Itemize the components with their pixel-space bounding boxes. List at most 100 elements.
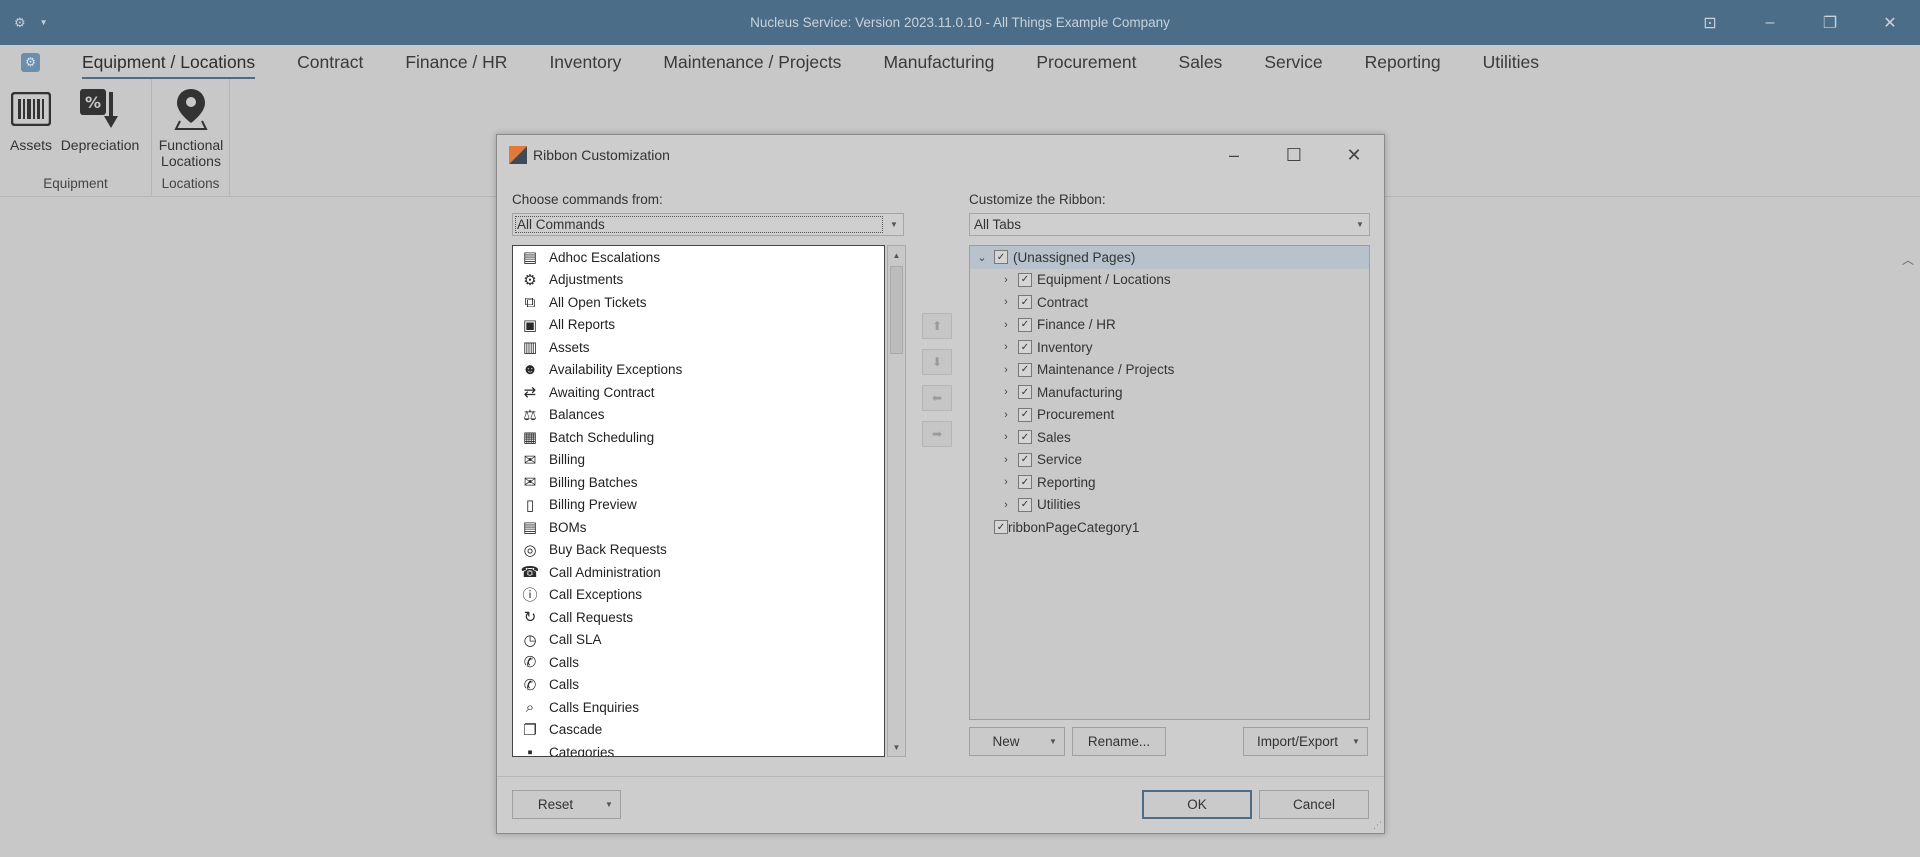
tab-manufacturing[interactable]: Manufacturing [883,48,994,77]
list-item[interactable]: ◎ Buy Back Requests [513,539,884,562]
tab-maintenance-projects[interactable]: Maintenance / Projects [663,48,841,77]
list-item[interactable]: ✆ Calls [513,674,884,697]
chevron-right-icon[interactable]: › [998,409,1014,421]
minimize-button[interactable]: – [1740,0,1800,45]
tab-sales[interactable]: Sales [1179,48,1223,77]
move-up-button[interactable]: ⬆ [922,313,952,339]
checkbox[interactable]: ✓ [1018,340,1032,355]
list-item[interactable]: ▤ Adhoc Escalations [513,246,884,269]
checkbox[interactable]: ✓ [994,520,1008,535]
tab-reporting[interactable]: Reporting [1365,48,1441,77]
reset-button[interactable]: Reset ▼ [512,790,621,819]
app-menu-button[interactable]: ⚙ [21,52,40,72]
collapse-ribbon-icon[interactable]: ︿ [1902,251,1914,268]
checkbox[interactable]: ✓ [1018,385,1032,400]
commands-list[interactable]: ▤ Adhoc Escalations ⚙ Adjustments ⧉ All Ope… [512,245,885,757]
tree-row-inventory[interactable]: › ✓ Inventory [970,336,1369,359]
list-item[interactable]: ▥ Assets [513,336,884,359]
tab-service[interactable]: Service [1264,48,1322,77]
new-button[interactable]: New ▼ [969,727,1065,756]
list-item[interactable]: ↻ Call Requests [513,606,884,629]
scrollbar-thumb[interactable] [890,266,903,354]
tree-row-utilities[interactable]: › ✓ Utilities [970,494,1369,517]
tree-row-procurement[interactable]: › ✓ Procurement [970,404,1369,427]
restore-button[interactable]: ❐ [1800,0,1860,45]
list-item[interactable]: ⇄ Awaiting Contract [513,381,884,404]
tab-finance-hr[interactable]: Finance / HR [405,48,507,77]
tree-row-ribbon-page-category[interactable]: ✓ ribbonPageCategory1 [970,516,1369,539]
list-item[interactable]: ◷ Call SLA [513,629,884,652]
assets-button[interactable]: Assets [8,85,54,153]
chevron-right-icon[interactable]: › [998,296,1014,308]
ribbon-tree[interactable]: ⌄ ✓ (Unassigned Pages) › ✓ Equipment / Loc… [969,245,1370,720]
checkbox[interactable]: ✓ [1018,272,1032,287]
tab-contract[interactable]: Contract [297,48,363,77]
list-item[interactable]: ✉ Billing Batches [513,471,884,494]
tree-row-finance-hr[interactable]: › ✓ Finance / HR [970,314,1369,337]
list-item[interactable]: ✆ Calls [513,651,884,674]
chevron-down-icon[interactable]: ▼ [1345,728,1367,755]
scroll-down-icon[interactable]: ▼ [888,738,905,756]
tab-inventory[interactable]: Inventory [549,48,621,77]
list-item[interactable]: ⌕ Calls Enquiries [513,696,884,719]
list-item[interactable]: ⚖ Balances [513,404,884,427]
customize-ribbon-combo[interactable]: All Tabs ▼ [969,213,1370,236]
chevron-down-icon[interactable]: ⌄ [974,251,990,264]
chevron-right-icon[interactable]: › [998,341,1014,353]
chevron-down-icon[interactable]: ▼ [885,214,903,235]
list-item[interactable]: ⚙ Adjustments [513,269,884,292]
quick-access-dropdown-icon[interactable]: ▼ [40,18,48,27]
add-button[interactable]: ➡ [922,421,952,447]
chevron-down-icon[interactable]: ▼ [598,791,620,818]
gear-icon[interactable]: ⚙ [14,15,26,31]
list-item[interactable]: ▯ Billing Preview [513,494,884,517]
list-item[interactable]: ❐ Cascade [513,719,884,742]
commands-scrollbar[interactable]: ▲ ▼ [887,245,906,757]
list-item[interactable]: ☎ Call Administration [513,561,884,584]
chevron-right-icon[interactable]: › [998,476,1014,488]
tree-row-sales[interactable]: › ✓ Sales [970,426,1369,449]
checkbox[interactable]: ✓ [994,250,1008,265]
depreciation-button[interactable]: % Depreciation [60,85,140,153]
chevron-right-icon[interactable]: › [998,499,1014,511]
scroll-up-icon[interactable]: ▲ [888,246,905,264]
chevron-right-icon[interactable]: › [998,386,1014,398]
dialog-close-button[interactable]: ✕ [1324,135,1384,175]
tab-equipment-locations[interactable]: Equipment / Locations [82,48,256,80]
checkbox[interactable]: ✓ [1018,497,1032,512]
cancel-button[interactable]: Cancel [1259,790,1369,819]
tree-row-contract[interactable]: › ✓ Contract [970,291,1369,314]
chevron-right-icon[interactable]: › [998,274,1014,286]
checkbox[interactable]: ✓ [1018,407,1032,422]
chevron-right-icon[interactable]: › [998,364,1014,376]
chevron-right-icon[interactable]: › [998,454,1014,466]
tree-row-unassigned[interactable]: ⌄ ✓ (Unassigned Pages) [970,246,1369,269]
list-item[interactable]: ⧉ All Open Tickets [513,291,884,314]
dialog-maximize-button[interactable]: ☐ [1264,135,1324,175]
tree-row-service[interactable]: › ✓ Service [970,449,1369,472]
checkbox[interactable]: ✓ [1018,317,1032,332]
list-item[interactable]: ⓘ Call Exceptions [513,584,884,607]
resize-grip-icon[interactable]: ⋰ [1373,820,1382,831]
tab-utilities[interactable]: Utilities [1483,48,1539,77]
functional-locations-button[interactable]: Functional Locations [156,85,226,169]
list-item[interactable]: ✉ Billing [513,449,884,472]
ribbon-display-icon[interactable]: ⊡ [1680,0,1740,45]
close-button[interactable]: ✕ [1860,0,1920,45]
dialog-minimize-button[interactable]: – [1204,135,1264,175]
list-item[interactable]: ▤ BOMs [513,516,884,539]
ok-button[interactable]: OK [1142,790,1252,819]
choose-commands-combo[interactable]: All Commands ▼ [512,213,904,236]
move-down-button[interactable]: ⬇ [922,349,952,375]
tree-row-equipment-locations[interactable]: › ✓ Equipment / Locations [970,269,1369,292]
checkbox[interactable]: ✓ [1018,430,1032,445]
import-export-button[interactable]: Import/Export ▼ [1243,727,1368,756]
checkbox[interactable]: ✓ [1018,452,1032,467]
chevron-right-icon[interactable]: › [998,431,1014,443]
list-item[interactable]: ▪ Categories [513,741,884,756]
chevron-down-icon[interactable]: ▼ [1351,214,1369,235]
list-item[interactable]: ▦ Batch Scheduling [513,426,884,449]
list-item[interactable]: ☻ Availability Exceptions [513,359,884,382]
checkbox[interactable]: ✓ [1018,362,1032,377]
checkbox[interactable]: ✓ [1018,475,1032,490]
